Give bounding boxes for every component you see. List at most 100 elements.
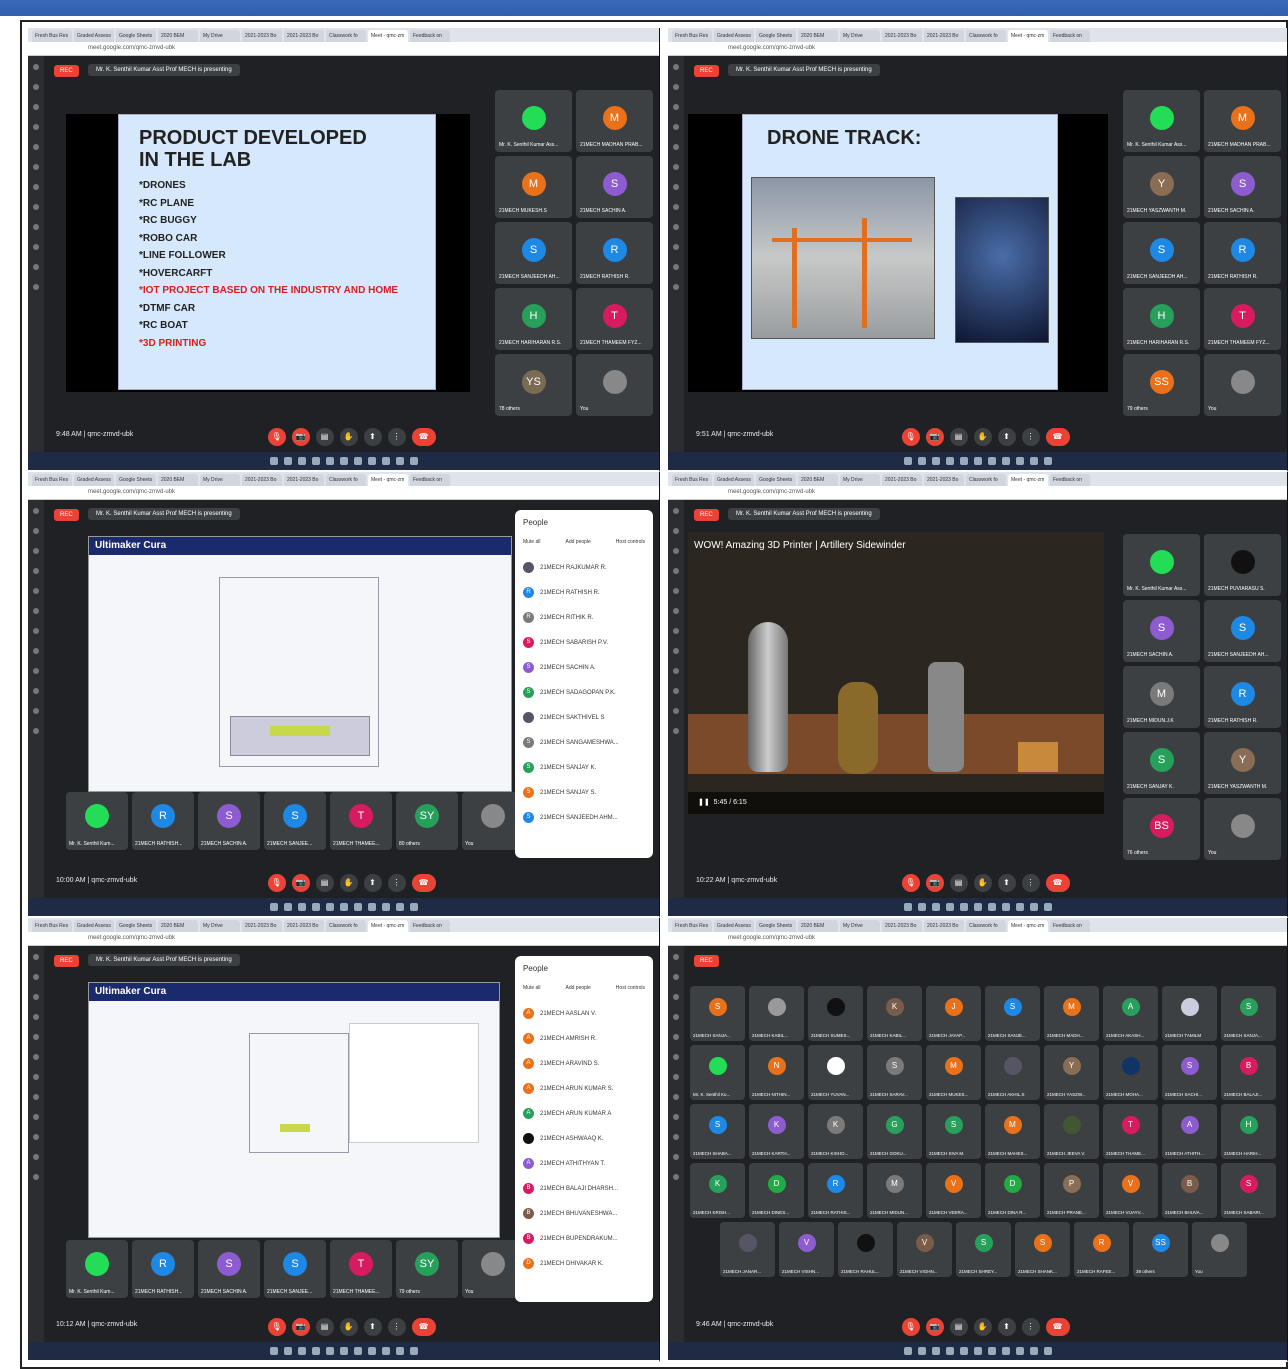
participant-tile[interactable]: You (1204, 354, 1281, 416)
people-row[interactable]: A 21MECH ARAVIND S. (523, 1051, 645, 1076)
sidebar-app-icon[interactable] (33, 1054, 39, 1060)
participant-tile[interactable]: H 21MECH HARIHARAN R.S. (495, 288, 572, 350)
participant-tile[interactable]: T 21MECH THAMEE... (330, 1240, 392, 1298)
participant-tile[interactable]: M 21MECH MUKES... (926, 1045, 981, 1100)
participant-tile[interactable]: R 21MECH RATHISH... (132, 1240, 194, 1298)
taskbar-app-icon[interactable] (339, 903, 348, 911)
browser-tab[interactable]: Classwork fo (326, 920, 366, 932)
captions-icon[interactable]: ▤ (949, 874, 968, 892)
taskbar-app-icon[interactable] (395, 457, 404, 465)
browser-tab[interactable]: 2020 BEM (158, 30, 198, 42)
sidebar-app-icon[interactable] (33, 1094, 39, 1100)
browser-tab[interactable]: Meet - qmc-zm (1008, 474, 1048, 486)
participant-tile[interactable]: M 21MECH MIDUN... (867, 1163, 922, 1218)
sidebar-app-icon[interactable] (33, 688, 39, 694)
present-icon[interactable]: ⬆ (363, 428, 382, 446)
raise-hand-icon[interactable]: ✋ (973, 428, 992, 446)
people-row[interactable]: A 21MECH ARUN KUMAR A (523, 1101, 645, 1126)
taskbar-app-icon[interactable] (297, 1347, 306, 1355)
participant-tile[interactable]: K 21MECH KISHO... (808, 1104, 863, 1159)
sidebar-app-icon[interactable] (673, 184, 679, 190)
people-row[interactable]: B 21MECH BUPENDRAKUM... (523, 1226, 645, 1251)
end-call-icon[interactable]: ☎ (1045, 874, 1070, 892)
sidebar-app-icon[interactable] (33, 954, 39, 960)
taskbar-app-icon[interactable] (339, 1347, 348, 1355)
browser-tab[interactable]: My Drive (840, 30, 880, 42)
participant-tile[interactable]: S 21MECH SARAV... (867, 1045, 922, 1100)
participant-tile[interactable]: SS 39 others (1133, 1222, 1188, 1277)
raise-hand-icon[interactable]: ✋ (339, 874, 358, 892)
participant-tile[interactable]: S 21MECH SANJEE... (264, 792, 326, 850)
participant-tile[interactable]: B 21MECH BALAJI... (1221, 1045, 1276, 1100)
participant-tile[interactable]: R 21MECH RATHISH R. (1204, 666, 1281, 728)
taskbar-app-icon[interactable] (903, 903, 912, 911)
taskbar-app-icon[interactable] (959, 903, 968, 911)
present-icon[interactable]: ⬆ (363, 874, 382, 892)
browser-tab[interactable]: Classwork fo (966, 30, 1006, 42)
taskbar-app-icon[interactable] (409, 1347, 418, 1355)
sidebar-app-icon[interactable] (673, 728, 679, 734)
taskbar-app-icon[interactable] (1029, 1347, 1038, 1355)
browser-tab[interactable]: Fresh Bus Res (32, 474, 72, 486)
participant-tile[interactable]: Mr. K. Senthil Kumar Ass... (1123, 90, 1200, 152)
sidebar-app-icon[interactable] (673, 284, 679, 290)
host-controls-button[interactable]: Host controls (616, 985, 645, 991)
participant-tile[interactable]: S 21MECH SANJEEDH AH... (495, 222, 572, 284)
taskbar-app-icon[interactable] (325, 1347, 334, 1355)
taskbar-app-icon[interactable] (381, 1347, 390, 1355)
taskbar-app-icon[interactable] (917, 457, 926, 465)
people-row[interactable]: A 21MECH ARUN KUMAR S. (523, 1076, 645, 1101)
raise-hand-icon[interactable]: ✋ (973, 874, 992, 892)
people-row[interactable]: D 21MECH DHIVAKAR K. (523, 1251, 645, 1276)
browser-tab[interactable]: 2020 BEM (158, 920, 198, 932)
sidebar-app-icon[interactable] (33, 284, 39, 290)
participant-tile[interactable]: S 21MECH SANJE... (985, 986, 1040, 1041)
participant-tile[interactable]: Y 21MECH YASZWANTH M. (1204, 732, 1281, 794)
sidebar-app-icon[interactable] (673, 224, 679, 230)
sidebar-app-icon[interactable] (673, 1054, 679, 1060)
browser-tab[interactable]: 2021-2023 Bo (882, 30, 922, 42)
taskbar-app-icon[interactable] (409, 457, 418, 465)
browser-tab[interactable]: 2021-2023 Bo (284, 920, 324, 932)
browser-tab[interactable]: 2021-2023 Bo (882, 474, 922, 486)
sidebar-app-icon[interactable] (33, 1114, 39, 1120)
sidebar-app-icon[interactable] (673, 264, 679, 270)
taskbar-app-icon[interactable] (987, 903, 996, 911)
participant-tile[interactable]: S 21MECH SHABA... (690, 1104, 745, 1159)
sidebar-app-icon[interactable] (673, 974, 679, 980)
more-options-icon[interactable]: ⋮ (387, 874, 406, 892)
sidebar-app-icon[interactable] (33, 548, 39, 554)
people-row[interactable]: S 21MECH SACHIN A. (523, 655, 645, 680)
camera-icon[interactable]: 📷 (291, 428, 310, 446)
taskbar-app-icon[interactable] (353, 1347, 362, 1355)
more-options-icon[interactable]: ⋮ (387, 1318, 406, 1336)
participant-tile[interactable]: S 21MECH SIVA M. (926, 1104, 981, 1159)
sidebar-app-icon[interactable] (33, 648, 39, 654)
taskbar-app-icon[interactable] (959, 1347, 968, 1355)
browser-tab[interactable]: Graded Assess (74, 920, 114, 932)
browser-tab[interactable]: Meet - qmc-zm (1008, 30, 1048, 42)
captions-icon[interactable]: ▤ (315, 428, 334, 446)
participant-tile[interactable]: 21MECH RAHUL... (838, 1222, 893, 1277)
taskbar-app-icon[interactable] (311, 457, 320, 465)
sidebar-app-icon[interactable] (673, 1094, 679, 1100)
play-pause-icon[interactable]: ❚❚ (698, 799, 710, 806)
people-row[interactable]: S 21MECH SANGAMESHWA... (523, 730, 645, 755)
youtube-video[interactable]: WOW! Amazing 3D Printer | Artillery Side… (688, 532, 1104, 814)
sidebar-app-icon[interactable] (673, 628, 679, 634)
taskbar-app-icon[interactable] (367, 903, 376, 911)
taskbar-app-icon[interactable] (353, 457, 362, 465)
people-row[interactable]: B 21MECH BHUVANESHWA... (523, 1201, 645, 1226)
more-options-icon[interactable]: ⋮ (1021, 874, 1040, 892)
people-row[interactable]: R 21MECH RITHIK R. (523, 605, 645, 630)
browser-tab[interactable]: 2020 BEM (798, 30, 838, 42)
participant-tile[interactable]: R 21MECH RAFEE... (1074, 1222, 1129, 1277)
browser-tab[interactable]: Feedback on (1050, 920, 1090, 932)
sidebar-app-icon[interactable] (33, 164, 39, 170)
captions-icon[interactable]: ▤ (949, 1318, 968, 1336)
participant-tile[interactable]: 21MECH SUMES... (808, 986, 863, 1041)
browser-tab[interactable]: Google Sheets (756, 30, 796, 42)
people-row[interactable]: A 21MECH AASLAN V. (523, 1001, 645, 1026)
participant-tile[interactable]: G 21MECH GOKU... (867, 1104, 922, 1159)
participant-tile[interactable]: 21MECH YUVAN... (808, 1045, 863, 1100)
